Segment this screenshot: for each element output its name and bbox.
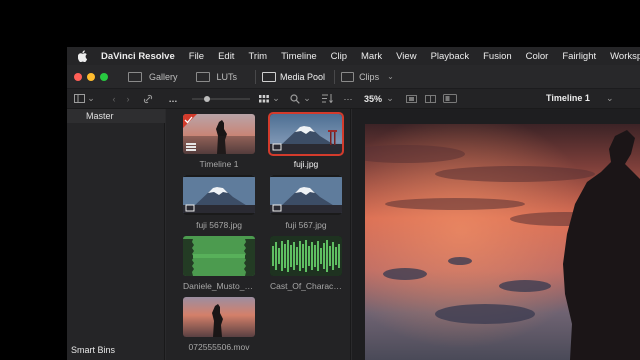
luts-icon [195,71,210,82]
viewer-timeline-name[interactable]: Timeline 1 [546,93,590,103]
menu-file[interactable]: File [189,51,204,62]
media-item-cast-audio[interactable]: Cast_Of_Characte... [270,236,342,291]
chevron-down-icon: ⌄ [387,72,394,81]
clips-label: Clips [359,71,380,82]
media-item-072555506-mov[interactable]: 072555506.mov [183,297,255,352]
minimize-window-button[interactable] [87,72,95,81]
menu-trim[interactable]: Trim [248,51,267,62]
clip-name: Timeline 1 [199,159,239,169]
zoom-level[interactable]: 35% [364,89,382,109]
clips-button[interactable]: Clips ⌄ [341,71,394,82]
menu-workspace[interactable]: Workspace [610,51,640,62]
source-viewer[interactable] [352,109,640,360]
more-options-icon[interactable]: … [167,89,179,109]
media-item-fuji-jpg[interactable]: fuji.jpg [268,112,344,169]
link-icon[interactable] [141,89,155,109]
gallery-label: Gallery [149,71,178,82]
zoom-window-button[interactable] [100,72,108,81]
clip-thumbnail[interactable] [183,236,255,276]
gallery-button[interactable]: Gallery [128,71,178,82]
gallery-icon [128,71,142,82]
menu-fusion[interactable]: Fusion [483,51,512,62]
clip-thumbnail[interactable] [183,175,255,215]
clip-thumbnail[interactable] [183,297,255,337]
chevron-down-icon[interactable]: ⌄ [271,89,281,109]
clip-name: Cast_Of_Characte... [270,281,342,291]
clips-icon [341,71,355,82]
luts-label: LUTs [216,71,238,82]
app-menu-title[interactable]: DaVinci Resolve [101,51,175,62]
clip-name: fuji 567.jpg [285,220,327,230]
close-window-button[interactable] [74,72,82,81]
apple-icon[interactable] [78,50,88,62]
media-item-daniele-audio[interactable]: Daniele_Musto_Lo... [183,236,255,291]
toolbar-divider [334,69,336,84]
thumbnail-size-slider[interactable] [191,89,251,109]
media-pool-icon [262,71,277,82]
dual-viewer-icon[interactable] [423,89,437,109]
sort-icon[interactable] [320,89,334,109]
clip-name: fuji.jpg [293,159,319,169]
clip-thumbnail[interactable] [270,236,342,276]
master-bin[interactable]: Master [67,109,165,123]
media-pool-label: Media Pool [280,71,326,82]
media-pool-button[interactable]: Media Pool [262,71,326,82]
smart-bins-header[interactable]: Smart Bins [71,345,115,355]
menu-timeline[interactable]: Timeline [281,51,317,62]
window-controls [74,72,108,81]
page-toolbar: Gallery LUTs Media Pool Clips ⌄ [67,65,640,89]
menu-view[interactable]: View [396,51,416,62]
forward-arrow-icon[interactable]: › [121,89,135,109]
menu-clip[interactable]: Clip [331,51,347,62]
media-pool-grid: Timeline 1 fuji.jpg fuji 5678.jpg fuji 5… [166,109,351,360]
clip-thumbnail[interactable] [183,114,255,154]
chevron-down-icon[interactable]: ⌄ [302,89,312,109]
bin-list-panel: Master Smart Bins [67,109,165,360]
back-arrow-icon[interactable]: ‹ [107,89,121,109]
viewer-image [365,124,640,360]
menu-fairlight[interactable]: Fairlight [562,51,596,62]
single-viewer-icon[interactable] [404,89,418,109]
clip-name: fuji 5678.jpg [196,220,242,230]
menu-edit[interactable]: Edit [218,51,234,62]
chevron-down-icon[interactable]: ⌄ [86,89,96,109]
chevron-down-icon[interactable]: ⌄ [606,93,614,104]
clip-thumbnail[interactable] [268,112,344,156]
toolbar-divider [255,69,257,84]
resolve-window: DaVinci Resolve File Edit Trim Timeline … [67,47,640,360]
cinema-viewer-icon[interactable] [442,89,458,109]
menu-color[interactable]: Color [526,51,549,62]
chevron-down-icon[interactable]: ⌄ [385,89,395,109]
clip-name: Daniele_Musto_Lo... [183,281,255,291]
luts-button[interactable]: LUTs [195,71,238,82]
grid-view-icon[interactable] [257,89,271,109]
search-icon[interactable] [288,89,302,109]
media-item-fuji-567-jpg[interactable]: fuji 567.jpg [270,175,342,230]
media-pool-subbar: ⌄ ‹ › … ⌄ ⌄ ··· 35% ⌄ Timeline 1 ⌄ [67,89,640,109]
more-options-icon[interactable]: ··· [342,89,354,109]
menu-playback[interactable]: Playback [431,51,470,62]
clip-thumbnail[interactable] [270,175,342,215]
panel-layout-icon[interactable] [72,89,86,109]
media-item-timeline-1[interactable]: Timeline 1 [183,114,255,169]
menu-mark[interactable]: Mark [361,51,382,62]
media-item-fuji-5678-jpg[interactable]: fuji 5678.jpg [183,175,255,230]
menu-bar: DaVinci Resolve File Edit Trim Timeline … [67,47,640,65]
clip-name: 072555506.mov [188,342,250,352]
viewer-frame[interactable] [365,124,640,360]
